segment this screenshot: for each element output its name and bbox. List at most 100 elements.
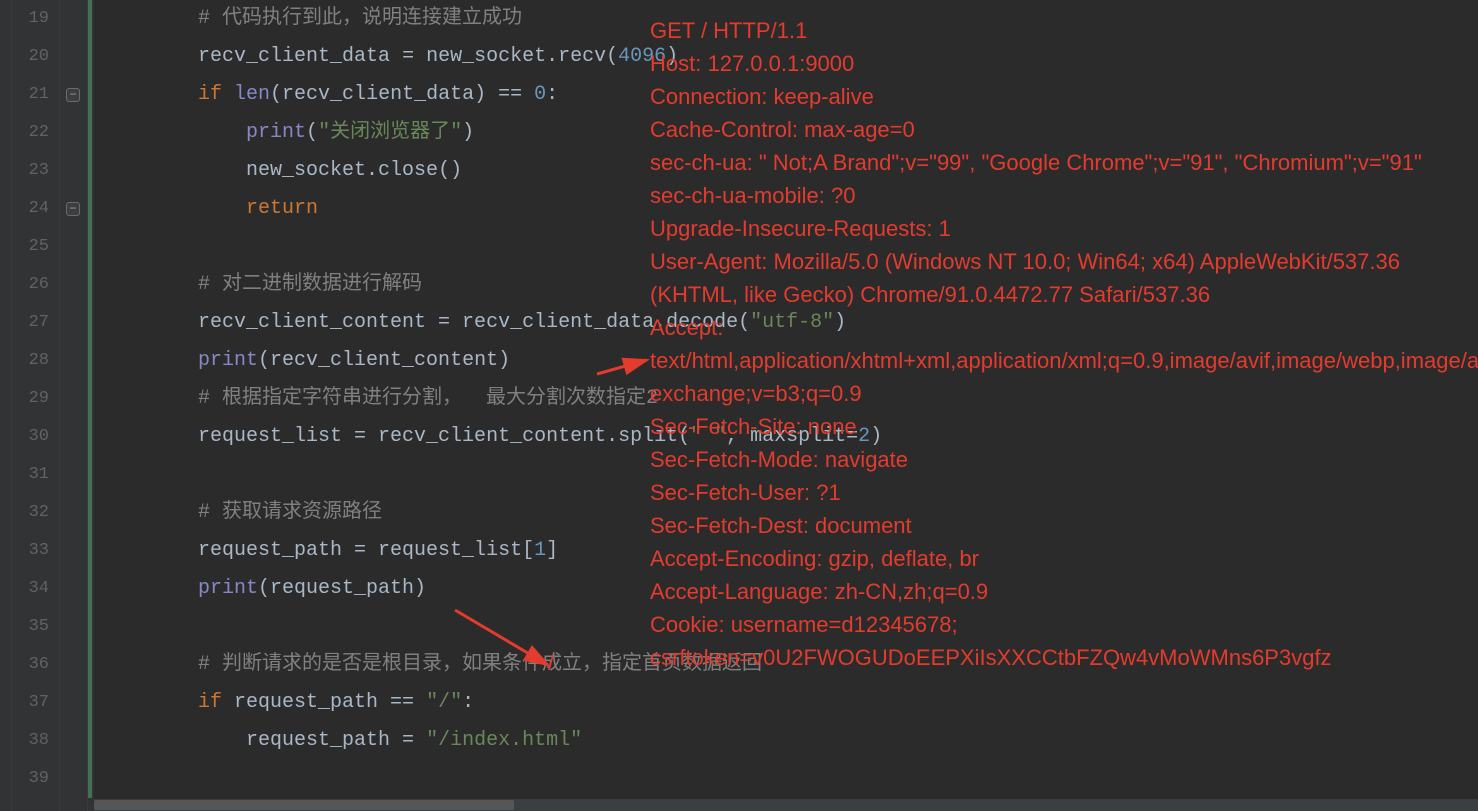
- code-token: (recv_client_data) ==: [270, 83, 534, 106]
- code-token: if: [198, 83, 234, 106]
- code-token: maxsplit: [750, 425, 846, 448]
- line-number: 22: [12, 114, 49, 152]
- gutter-margin: [0, 0, 12, 811]
- code-line[interactable]: [102, 760, 1478, 798]
- code-token: # 代码执行到此，说明连接建立成功: [198, 7, 522, 30]
- code-line[interactable]: recv_client_data = new_socket.recv(4096): [102, 38, 1478, 76]
- code-area[interactable]: # 代码执行到此，说明连接建立成功 recv_client_data = new…: [94, 0, 1478, 811]
- code-token: ): [666, 45, 678, 68]
- annotation-slash: /: [548, 650, 554, 676]
- fold-toggle-icon[interactable]: [66, 88, 80, 102]
- code-token: 2: [858, 425, 870, 448]
- code-line[interactable]: # 根据指定字符串进行分割， 最大分割次数指定2: [102, 380, 1478, 418]
- change-marker: [88, 304, 92, 342]
- change-marker: [88, 380, 92, 418]
- code-token: "关闭浏览器了": [318, 121, 462, 144]
- line-number-gutter: 1920212223242526272829303132333435363738…: [12, 0, 60, 811]
- code-token: =: [846, 425, 858, 448]
- change-marker: [88, 456, 92, 494]
- code-line[interactable]: return: [102, 190, 1478, 228]
- code-line[interactable]: if len(recv_client_data) == 0:: [102, 76, 1478, 114]
- code-line[interactable]: recv_client_content = recv_client_data.d…: [102, 304, 1478, 342]
- code-line[interactable]: print(recv_client_content): [102, 342, 1478, 380]
- change-marker: [88, 38, 92, 76]
- fold-toggle-icon[interactable]: [66, 202, 80, 216]
- change-marker: [88, 76, 92, 114]
- code-token: "utf-8": [750, 311, 834, 334]
- code-token: (recv_client_content): [258, 349, 510, 372]
- code-token: "/": [426, 691, 462, 714]
- code-token: print: [198, 349, 258, 372]
- code-token: ): [462, 121, 474, 144]
- code-line[interactable]: # 代码执行到此，说明连接建立成功: [102, 0, 1478, 38]
- code-token: new_socket.close(): [246, 159, 462, 182]
- code-token: =: [402, 45, 426, 68]
- code-line[interactable]: print(request_path): [102, 570, 1478, 608]
- change-marker: [88, 570, 92, 608]
- line-number: 32: [12, 494, 49, 532]
- line-number: 20: [12, 38, 49, 76]
- code-token: ,: [726, 425, 750, 448]
- scrollbar-thumb[interactable]: [94, 800, 514, 810]
- code-line[interactable]: request_list = recv_client_content.split…: [102, 418, 1478, 456]
- horizontal-scrollbar[interactable]: [94, 799, 1478, 811]
- code-token: (request_path): [258, 577, 426, 600]
- line-number: 38: [12, 722, 49, 760]
- line-number: 24: [12, 190, 49, 228]
- code-token: new_socket.recv(: [426, 45, 618, 68]
- fold-gutter: [60, 0, 88, 811]
- change-marker: [88, 190, 92, 228]
- code-token: :: [546, 83, 558, 106]
- code-token: 1: [534, 539, 546, 562]
- code-token: request_list = recv_client_content.split…: [198, 425, 690, 448]
- code-token: request_path ==: [234, 691, 426, 714]
- line-number: 25: [12, 228, 49, 266]
- change-marker: [88, 532, 92, 570]
- code-line[interactable]: # 获取请求资源路径: [102, 494, 1478, 532]
- code-line[interactable]: [102, 228, 1478, 266]
- code-line[interactable]: [102, 456, 1478, 494]
- code-line[interactable]: new_socket.close(): [102, 152, 1478, 190]
- line-number: 34: [12, 570, 49, 608]
- line-number: 28: [12, 342, 49, 380]
- code-line[interactable]: # 对二进制数据进行解码: [102, 266, 1478, 304]
- change-marker: [88, 684, 92, 722]
- code-token: # 对二进制数据进行解码: [198, 273, 422, 296]
- change-marker: [88, 152, 92, 190]
- line-number: 19: [12, 0, 49, 38]
- change-marker: [88, 266, 92, 304]
- change-marker: [88, 608, 92, 646]
- line-number: 37: [12, 684, 49, 722]
- line-number: 29: [12, 380, 49, 418]
- code-token: :: [462, 691, 474, 714]
- code-line[interactable]: [102, 608, 1478, 646]
- code-line[interactable]: print("关闭浏览器了"): [102, 114, 1478, 152]
- code-token: 4096: [618, 45, 666, 68]
- code-token: ): [870, 425, 882, 448]
- code-line[interactable]: # 判断请求的是否是根目录，如果条件成立，指定首页数据返回: [102, 646, 1478, 684]
- code-token: if: [198, 691, 234, 714]
- code-token: (: [306, 121, 318, 144]
- line-number: 21: [12, 76, 49, 114]
- line-number: 27: [12, 304, 49, 342]
- line-number: 36: [12, 646, 49, 684]
- code-token: ]: [546, 539, 558, 562]
- line-number: 39: [12, 760, 49, 798]
- code-line[interactable]: request_path = request_list[1]: [102, 532, 1478, 570]
- code-token: print: [246, 121, 306, 144]
- line-number: 30: [12, 418, 49, 456]
- line-number: 33: [12, 532, 49, 570]
- code-token: return: [246, 197, 318, 220]
- line-number: 31: [12, 456, 49, 494]
- code-token: request_path =: [246, 729, 426, 752]
- change-marker: [88, 114, 92, 152]
- code-token: "/index.html": [426, 729, 582, 752]
- code-token: print: [198, 577, 258, 600]
- code-line[interactable]: if request_path == "/":: [102, 684, 1478, 722]
- code-line[interactable]: request_path = "/index.html": [102, 722, 1478, 760]
- line-number: 35: [12, 608, 49, 646]
- change-marker: [88, 494, 92, 532]
- code-token: 0: [534, 83, 546, 106]
- change-marker: [88, 722, 92, 760]
- line-number: 23: [12, 152, 49, 190]
